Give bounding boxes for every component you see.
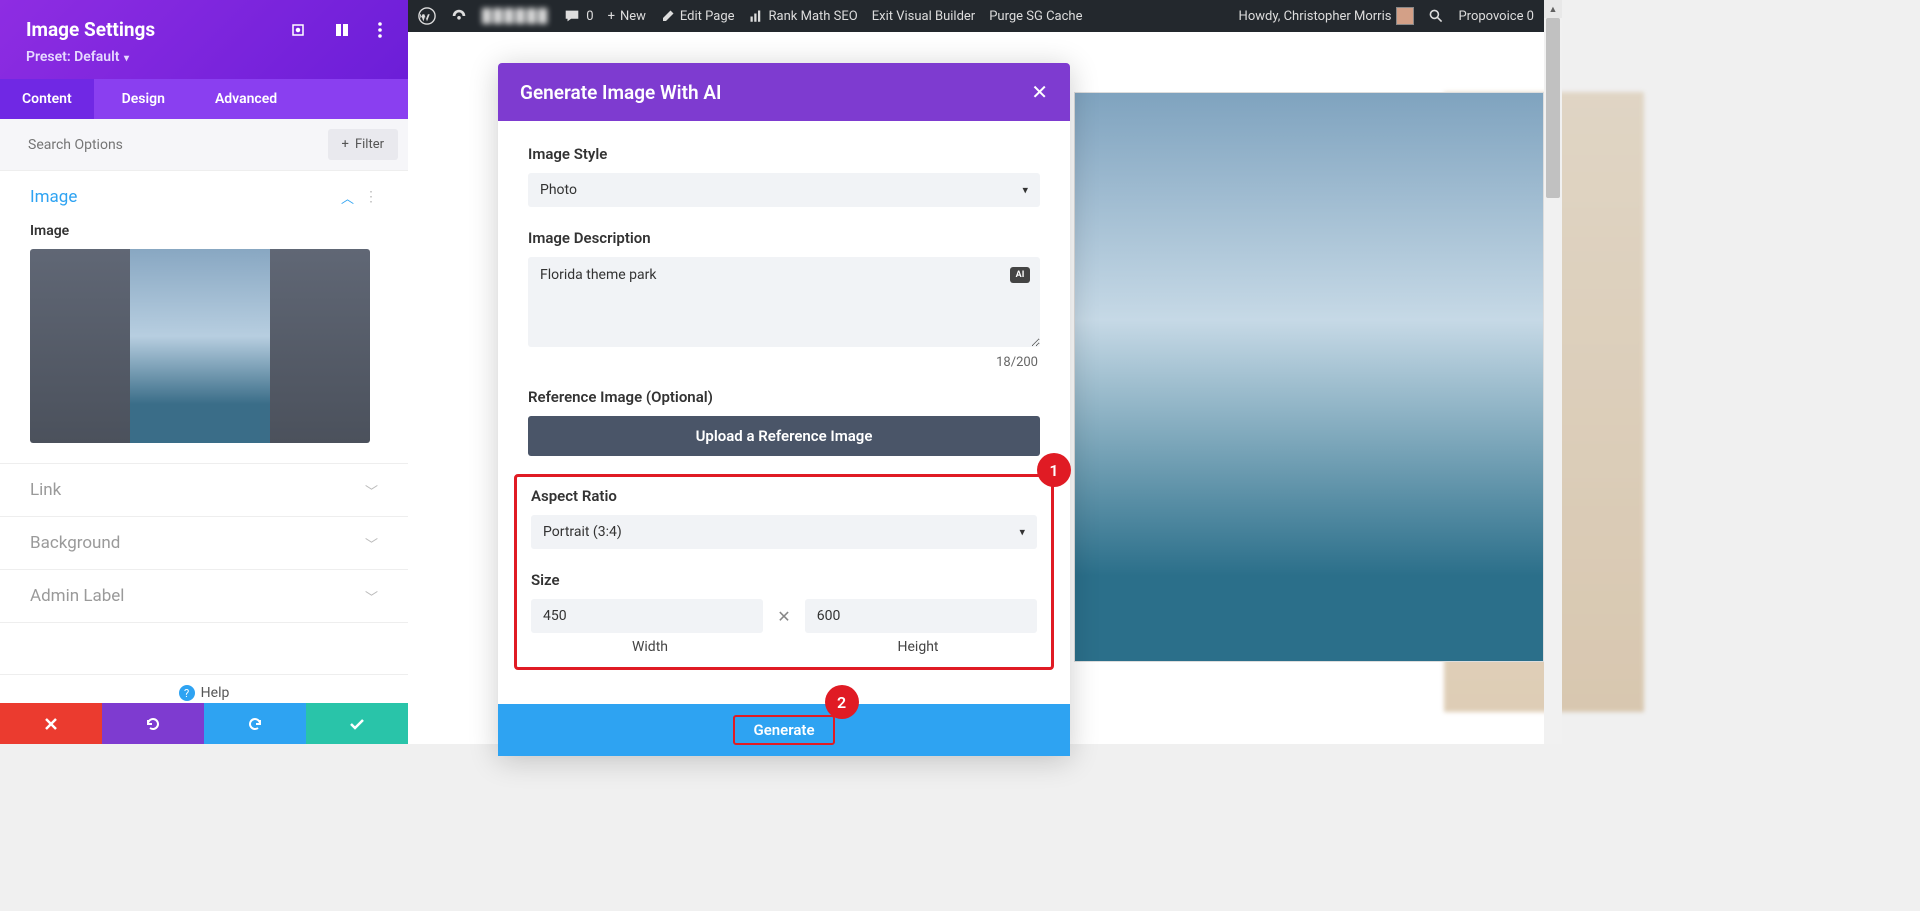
tab-content[interactable]: Content bbox=[0, 79, 94, 119]
height-input[interactable] bbox=[805, 599, 1037, 633]
exit-visual-builder-link[interactable]: Exit Visual Builder bbox=[872, 9, 975, 24]
comments-link[interactable]: 0 bbox=[563, 7, 593, 25]
generate-image-modal: Generate Image With AI ✕ Image Style Pho… bbox=[498, 63, 1070, 756]
new-link[interactable]: + New bbox=[608, 9, 646, 24]
kebab-menu-icon[interactable] bbox=[378, 22, 382, 38]
annotation-box-1: 1 Aspect Ratio Portrait (3:4) ▾ Size ✕ W… bbox=[514, 474, 1054, 670]
sidebar-title: Image Settings bbox=[26, 18, 155, 41]
size-label: Size bbox=[531, 571, 1037, 589]
settings-sidebar: Image Settings Preset: Default ▾ Content… bbox=[0, 0, 408, 744]
upload-reference-button[interactable]: Upload a Reference Image bbox=[528, 416, 1040, 456]
chevron-down-icon: ﹀ bbox=[365, 534, 378, 553]
tab-advanced[interactable]: Advanced bbox=[193, 79, 299, 119]
aspect-ratio-label: Aspect Ratio bbox=[531, 487, 1037, 505]
search-input[interactable] bbox=[16, 131, 328, 159]
tab-design[interactable]: Design bbox=[94, 79, 193, 119]
image-description-input[interactable] bbox=[528, 257, 1040, 347]
image-style-label: Image Style bbox=[528, 145, 1040, 163]
modal-header: Generate Image With AI ✕ bbox=[498, 63, 1070, 121]
options-list: Image ︿ ⋮ Image Link ﹀ Background bbox=[0, 171, 408, 674]
scroll-up-arrow-icon[interactable]: ▲ bbox=[1544, 0, 1562, 18]
chevron-down-icon: ﹀ bbox=[365, 587, 378, 606]
plus-icon: + bbox=[342, 137, 349, 152]
search-icon[interactable] bbox=[1428, 8, 1444, 24]
propovoice-link[interactable]: Propovoice 0 bbox=[1458, 9, 1534, 24]
rank-math-link[interactable]: Rank Math SEO bbox=[749, 9, 858, 24]
chevron-up-icon: ︿ bbox=[341, 188, 354, 207]
scroll-thumb[interactable] bbox=[1546, 18, 1560, 198]
dashboard-icon[interactable] bbox=[450, 7, 468, 25]
page-scrollbar[interactable]: ▲ bbox=[1544, 0, 1562, 744]
group-header-admin-label[interactable]: Admin Label ﹀ bbox=[0, 570, 408, 622]
expand-icon[interactable] bbox=[290, 22, 306, 38]
filter-button[interactable]: + Filter bbox=[328, 129, 398, 160]
page-image-module[interactable] bbox=[1074, 92, 1544, 662]
help-link[interactable]: ? Help bbox=[0, 674, 408, 703]
modal-title: Generate Image With AI bbox=[520, 81, 721, 104]
char-count: 18/200 bbox=[528, 355, 1038, 370]
sidebar-tabs: Content Design Advanced bbox=[0, 79, 408, 119]
edit-page-link[interactable]: Edit Page bbox=[660, 9, 735, 24]
width-sub-label: Width bbox=[531, 639, 769, 655]
group-header-background[interactable]: Background ﹀ bbox=[0, 517, 408, 569]
aspect-ratio-select[interactable]: Portrait (3:4) bbox=[531, 515, 1037, 549]
site-name[interactable]: ██████ bbox=[482, 8, 549, 24]
preset-selector[interactable]: Preset: Default ▾ bbox=[26, 49, 382, 65]
ai-badge-icon[interactable]: AI bbox=[1010, 267, 1030, 283]
search-row: + Filter bbox=[0, 119, 408, 171]
wp-logo-icon[interactable] bbox=[418, 7, 436, 25]
image-field-label: Image bbox=[30, 223, 378, 239]
times-icon: ✕ bbox=[777, 607, 790, 626]
plus-icon: + bbox=[608, 9, 615, 24]
sidebar-footer bbox=[0, 703, 408, 744]
avatar bbox=[1396, 7, 1414, 25]
kebab-menu-icon[interactable]: ⋮ bbox=[364, 189, 378, 205]
save-button[interactable] bbox=[306, 703, 408, 744]
annotation-badge-1: 1 bbox=[1037, 453, 1071, 487]
reference-image-label: Reference Image (Optional) bbox=[528, 388, 1040, 406]
group-header-link[interactable]: Link ﹀ bbox=[0, 464, 408, 516]
image-description-label: Image Description bbox=[528, 229, 1040, 247]
redo-button[interactable] bbox=[204, 703, 306, 744]
close-icon[interactable]: ✕ bbox=[1031, 80, 1048, 104]
image-style-select[interactable]: Photo bbox=[528, 173, 1040, 207]
undo-button[interactable] bbox=[102, 703, 204, 744]
group-header-image[interactable]: Image ︿ ⋮ bbox=[0, 171, 408, 223]
height-sub-label: Height bbox=[799, 639, 1037, 655]
generate-button[interactable]: Generate bbox=[733, 715, 834, 745]
help-icon: ? bbox=[179, 685, 195, 701]
howdy-user[interactable]: Howdy, Christopher Morris bbox=[1239, 7, 1415, 25]
wp-admin-bar: ██████ 0 + New Edit Page Rank Math SEO E… bbox=[408, 0, 1544, 32]
cancel-button[interactable] bbox=[0, 703, 102, 744]
image-preview[interactable] bbox=[30, 249, 370, 443]
purge-cache-link[interactable]: Purge SG Cache bbox=[989, 9, 1082, 24]
generate-bar: 2 Generate bbox=[498, 704, 1070, 756]
annotation-badge-2: 2 bbox=[825, 685, 859, 719]
caret-down-icon: ▾ bbox=[121, 53, 129, 64]
sidebar-header: Image Settings Preset: Default ▾ bbox=[0, 0, 408, 79]
width-input[interactable] bbox=[531, 599, 763, 633]
chevron-down-icon: ﹀ bbox=[365, 481, 378, 500]
preview-thumbnail bbox=[130, 249, 270, 443]
columns-icon[interactable] bbox=[334, 22, 350, 38]
